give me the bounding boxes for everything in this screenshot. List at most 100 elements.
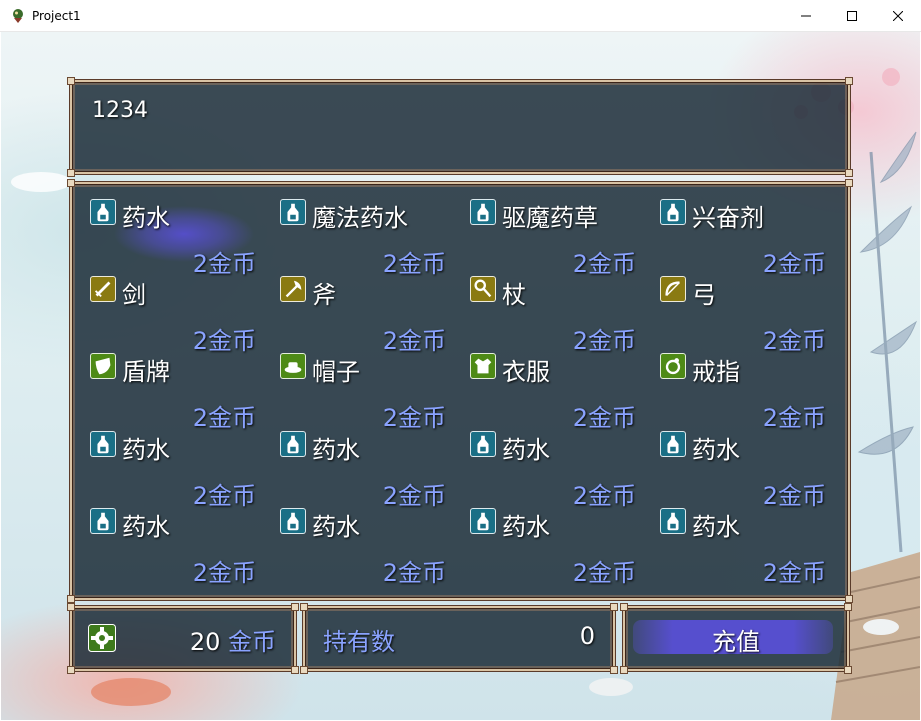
shop-item[interactable]: 弓 2金币 (660, 275, 826, 355)
potion-icon (470, 431, 496, 457)
shop-item[interactable]: 帽子 2金币 (280, 352, 446, 432)
item-price: 2金币 (382, 327, 446, 355)
possession-label: 持有数 (323, 628, 395, 656)
ring-icon (660, 353, 686, 379)
hat-icon (280, 353, 306, 379)
clothes-icon (470, 353, 496, 379)
shop-item[interactable]: 药水 2金币 (470, 507, 636, 587)
item-price: 2金币 (762, 250, 826, 278)
potion-icon (660, 199, 686, 225)
item-price: 2金币 (762, 482, 826, 510)
item-price: 2金币 (192, 250, 256, 278)
item-price: 2金币 (192, 482, 256, 510)
item-name: 戒指 (692, 358, 740, 386)
shop-item[interactable]: 药水 2金币 (280, 430, 446, 510)
item-name: 衣服 (502, 358, 550, 386)
shop-item[interactable]: 衣服 2金币 (470, 352, 636, 432)
bow-icon (660, 276, 686, 302)
item-price: 2金币 (192, 404, 256, 432)
shop-item[interactable]: 药水 2金币 (660, 430, 826, 510)
frame-corner (67, 603, 75, 611)
staff-icon (470, 276, 496, 302)
potion-icon (280, 431, 306, 457)
window-title: Project1 (32, 8, 81, 23)
potion-icon (470, 508, 496, 534)
item-price: 2金币 (572, 404, 636, 432)
item-price: 2金币 (192, 327, 256, 355)
game-screen: 1234 药水 2金币 魔法药水 2金币 驱魔药草 2金币 兴奋剂 2金币剑 2金币斧 2金币杖 2… (1, 32, 920, 720)
shop-item[interactable]: 药水 2金币 (90, 507, 256, 587)
gold-value: 20 (189, 628, 221, 656)
frame-corner (845, 179, 853, 187)
item-price: 2金币 (762, 327, 826, 355)
shop-item[interactable]: 魔法药水 2金币 (280, 198, 446, 278)
gold-window: 20 金币 (67, 603, 299, 674)
maximize-icon (847, 10, 857, 21)
item-price: 2金币 (572, 482, 636, 510)
shop-item[interactable]: 药水 2金币 (90, 198, 256, 278)
recharge-button[interactable]: 充值 (625, 608, 847, 669)
recharge-window: 充值 (620, 603, 852, 674)
shop-item[interactable]: 药水 2金币 (470, 430, 636, 510)
item-name: 药水 (692, 513, 740, 541)
shop-item[interactable]: 驱魔药草 2金币 (470, 198, 636, 278)
axe-icon (280, 276, 306, 302)
frame-corner (67, 169, 75, 177)
frame-corner (300, 666, 308, 674)
item-price: 2金币 (762, 559, 826, 587)
item-price: 2金币 (382, 250, 446, 278)
potion-icon (280, 508, 306, 534)
shop-item[interactable]: 杖 2金币 (470, 275, 636, 355)
item-list-window: 药水 2金币 魔法药水 2金币 驱魔药草 2金币 兴奋剂 2金币剑 2金币斧 2金币杖 2金币弓 2金… (67, 179, 853, 603)
possession-window: 持有数 0 (300, 603, 618, 674)
minimize-icon (801, 15, 811, 16)
frame-corner (845, 77, 853, 85)
item-price: 2金币 (572, 559, 636, 587)
item-name: 药水 (502, 513, 550, 541)
app-icon (13, 8, 23, 23)
item-name: 药水 (312, 436, 360, 464)
frame-corner (610, 666, 618, 674)
shop-item[interactable]: 药水 2金币 (660, 507, 826, 587)
minimize-button[interactable] (783, 0, 829, 31)
shop-item[interactable]: 盾牌 2金币 (90, 352, 256, 432)
shop-item[interactable]: 戒指 2金币 (660, 352, 826, 432)
item-name: 药水 (122, 513, 170, 541)
frame-corner (67, 179, 75, 187)
item-name: 杖 (502, 281, 526, 309)
item-price: 2金币 (572, 327, 636, 355)
item-name: 药水 (692, 436, 740, 464)
item-name: 帽子 (312, 358, 360, 386)
item-price: 2金币 (192, 559, 256, 587)
frame-corner (291, 666, 299, 674)
item-price: 2金币 (572, 250, 636, 278)
shop-item[interactable]: 药水 2金币 (280, 507, 446, 587)
frame-corner (610, 603, 618, 611)
item-name: 剑 (122, 281, 146, 309)
shop-item[interactable]: 兴奋剂 2金币 (660, 198, 826, 278)
help-window: 1234 (67, 77, 853, 177)
close-button[interactable] (875, 0, 921, 31)
potion-icon (470, 199, 496, 225)
shop-item[interactable]: 药水 2金币 (90, 430, 256, 510)
frame-corner (300, 603, 308, 611)
frame-corner (67, 666, 75, 674)
gear-icon (88, 624, 116, 652)
shop-item[interactable]: 斧 2金币 (280, 275, 446, 355)
frame-corner (291, 603, 299, 611)
potion-icon (660, 508, 686, 534)
item-name: 药水 (502, 436, 550, 464)
item-name: 兴奋剂 (692, 204, 764, 232)
item-price: 2金币 (382, 404, 446, 432)
item-name: 药水 (122, 436, 170, 464)
item-price: 2金币 (382, 482, 446, 510)
maximize-button[interactable] (829, 0, 875, 31)
sword-icon (90, 276, 116, 302)
potion-icon (280, 199, 306, 225)
help-text: 1234 (92, 98, 148, 123)
shop-item[interactable]: 剑 2金币 (90, 275, 256, 355)
window-titlebar: Project1 (0, 0, 921, 32)
frame-corner (67, 595, 75, 603)
shield-icon (90, 353, 116, 379)
item-name: 药水 (312, 513, 360, 541)
